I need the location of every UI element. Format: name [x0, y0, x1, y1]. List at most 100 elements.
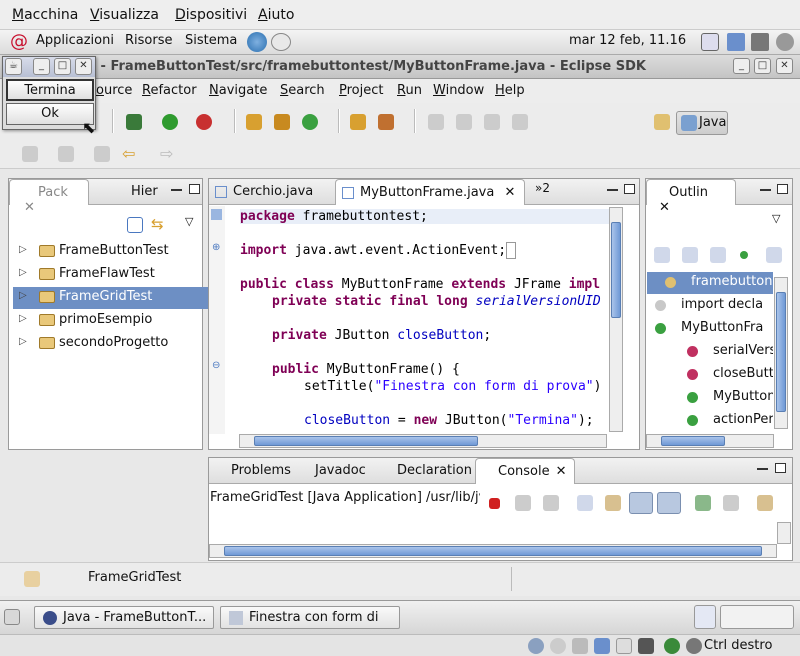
keyboard-capture-icon[interactable] — [686, 638, 702, 654]
whitespace-icon[interactable] — [512, 114, 528, 130]
tab-console[interactable]: Console ✕ — [475, 458, 575, 484]
maximize-icon[interactable] — [777, 184, 788, 194]
package-item[interactable]: ▷ primoEsempio — [13, 310, 209, 332]
package-item[interactable]: ▷ FrameButtonTest — [13, 241, 209, 263]
workspace-switcher[interactable] — [694, 605, 716, 629]
link-editor-icon[interactable]: ⇆ — [151, 215, 164, 233]
workspace-switcher-2[interactable] — [720, 605, 794, 629]
cd-icon[interactable] — [550, 638, 566, 654]
outline-item[interactable]: import decla — [647, 295, 773, 317]
show-desktop-icon[interactable] — [4, 609, 20, 625]
maximize-icon[interactable]: □ — [54, 58, 71, 75]
outline-item[interactable]: serialVers — [647, 341, 773, 363]
outline-item[interactable]: actionPer — [647, 410, 773, 432]
open-console-icon[interactable] — [757, 495, 773, 511]
expand-arrow-icon[interactable]: ▷ — [19, 336, 27, 347]
hide-nonpublic-icon[interactable] — [740, 251, 748, 259]
tab-cerchio[interactable]: Cerchio.java — [209, 179, 331, 205]
sort-icon[interactable] — [654, 247, 670, 263]
search-icon[interactable] — [701, 33, 719, 51]
outline-item[interactable]: framebutton — [647, 272, 773, 294]
open-type-icon[interactable] — [350, 114, 366, 130]
tab-javadoc[interactable]: Javadoc — [297, 458, 372, 484]
menu-refactor[interactable]: Refactor — [142, 83, 197, 98]
more-tabs-button[interactable]: »2 — [535, 181, 550, 195]
pin-console-icon[interactable] — [695, 495, 711, 511]
panel-sistema[interactable]: Sistema — [185, 33, 237, 48]
minimize-icon[interactable]: _ — [33, 58, 50, 75]
run-icon[interactable] — [162, 114, 178, 130]
hide-static-icon[interactable] — [710, 247, 726, 263]
expand-icon[interactable]: ⊕ — [212, 242, 220, 253]
maximize-icon[interactable] — [189, 184, 200, 194]
outline-item[interactable]: closeButt — [647, 364, 773, 386]
view-menu-icon[interactable]: ▽ — [185, 215, 193, 228]
usb-icon[interactable] — [572, 638, 588, 654]
expand-arrow-icon[interactable]: ▷ — [19, 290, 27, 301]
external-tools-icon[interactable] — [196, 114, 212, 130]
expand-arrow-icon[interactable]: ▷ — [19, 244, 27, 255]
menu-project[interactable]: Project — [339, 83, 384, 98]
display-console-icon[interactable] — [723, 495, 739, 511]
mouse-integration-icon[interactable] — [664, 638, 680, 654]
tab-hierarchy[interactable]: Hier — [105, 179, 164, 205]
show-stdout-icon[interactable] — [629, 492, 653, 514]
show-stderr-icon[interactable] — [657, 492, 681, 514]
minimize-icon[interactable] — [607, 189, 618, 192]
back-icon[interactable]: ⇦ — [122, 144, 135, 163]
browser-icon[interactable] — [247, 32, 267, 52]
menu-navigate[interactable]: Navigate — [209, 83, 267, 98]
editor-hscroll[interactable] — [239, 434, 607, 448]
maximize-icon[interactable]: □ — [754, 58, 771, 74]
task-finestra[interactable]: Finestra con form di ... — [220, 606, 400, 640]
annotation-icon[interactable] — [428, 114, 444, 130]
close-icon[interactable]: ✕ — [504, 185, 515, 200]
scroll-thumb[interactable] — [776, 292, 786, 412]
volume-icon[interactable] — [751, 33, 769, 51]
minimize-icon[interactable] — [760, 189, 771, 192]
pin-icon[interactable] — [456, 114, 472, 130]
collapse-all-icon[interactable] — [127, 217, 143, 233]
outline-hscroll[interactable] — [646, 434, 774, 448]
panel-clock[interactable]: mar 12 feb, 11.16 — [569, 33, 686, 48]
mail-icon[interactable] — [271, 33, 291, 51]
expand-arrow-icon[interactable]: ▷ — [19, 313, 27, 324]
tab-problems[interactable]: Problems — [209, 458, 297, 484]
block-selection-icon[interactable] — [484, 114, 500, 130]
panel-risorse[interactable]: Risorse — [125, 33, 173, 48]
menu-source[interactable]: ource — [96, 83, 132, 98]
shared-folder-icon[interactable] — [616, 638, 632, 654]
close-icon[interactable]: ✕ — [556, 464, 567, 479]
tab-mybuttonframe[interactable]: MyButtonFrame.java ✕ — [335, 179, 525, 205]
package-item[interactable]: ▷ FrameGridTest — [13, 287, 209, 309]
close-icon[interactable]: ✕ — [659, 200, 670, 215]
new-class-icon[interactable] — [302, 114, 318, 130]
maximize-icon[interactable] — [775, 463, 786, 473]
network-icon[interactable] — [727, 33, 745, 51]
minimize-icon[interactable]: _ — [733, 58, 750, 74]
console-hscroll[interactable] — [209, 544, 777, 558]
package-item[interactable]: ▷ secondoProgetto — [13, 333, 209, 355]
java-perspective-button[interactable]: Java — [676, 111, 728, 135]
minimize-icon[interactable] — [171, 189, 182, 192]
collapse-icon[interactable]: ⊖ — [212, 360, 220, 371]
menu-run[interactable]: Run — [397, 83, 422, 98]
outline-vscroll[interactable] — [774, 277, 788, 429]
remove-all-icon[interactable] — [543, 495, 559, 511]
menu-help[interactable]: Help — [495, 83, 525, 98]
clear-console-icon[interactable] — [577, 495, 593, 511]
tab-declaration[interactable]: Declaration — [375, 458, 478, 484]
close-icon[interactable]: ✕ — [24, 200, 35, 215]
forward-icon[interactable]: ⇨ — [160, 144, 173, 163]
menu-visualizza[interactable]: Visualizza — [90, 7, 159, 23]
maximize-icon[interactable] — [624, 184, 635, 194]
debian-logo-icon[interactable]: @ — [10, 32, 28, 52]
remove-launch-icon[interactable] — [515, 495, 531, 511]
expand-arrow-icon[interactable]: ▷ — [19, 267, 27, 278]
editor-vscroll[interactable] — [609, 207, 623, 432]
task-eclipse[interactable]: Java - FrameButtonT... — [34, 606, 214, 629]
hide-local-types-icon[interactable] — [766, 247, 782, 263]
last-edit-icon[interactable] — [94, 146, 110, 162]
menu-dispositivi[interactable]: Dispositivi — [175, 7, 247, 23]
next-annotation-icon[interactable] — [22, 146, 38, 162]
